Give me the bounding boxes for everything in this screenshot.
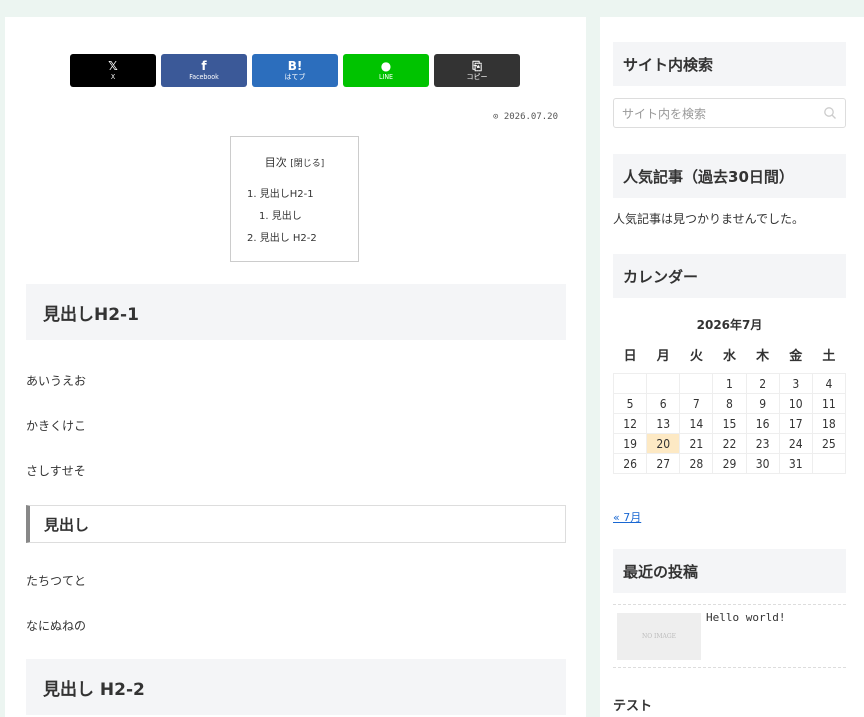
calendar-caption: 2026年7月 [696,318,763,332]
share-facebook-button[interactable]: f Facebook [161,54,247,87]
calendar-empty-cell [811,453,847,474]
calendar-day: 10 [778,393,813,414]
toc-title: 目次 [264,156,287,169]
calendar-day: 27 [646,453,681,474]
calendar-day: 21 [679,433,714,454]
widget-title-search: サイト内検索 [613,42,846,86]
toc-header: 目次 [閉じる] [231,154,358,170]
share-copy-label: コピー [466,72,488,81]
weekday-header: 月 [646,336,680,374]
calendar-table: 日 月 火 水 木 金 土 1 2 3 4 5 6 7 8 9 10 11 12 13 14 15 16 17 1… [612,336,847,474]
post-date-text: 2026.07.20 [503,112,558,122]
widget-title-popular: 人気記事（過去30日間） [613,154,846,198]
calendar-week-row: 26 27 28 29 30 31 [612,453,847,474]
calendar-week-row: 5 6 7 8 9 10 11 [612,393,847,414]
weekday-header: 日 [613,336,647,374]
paragraph: さしすせそ [26,464,86,478]
share-line-label: LINE [378,72,394,81]
share-x-label: X [110,72,116,81]
calendar-week-row: 1234 [612,373,847,394]
toc-item[interactable]: 1. 見出し [259,207,302,222]
search-placeholder: サイト内を検索 [622,106,707,121]
post-thumbnail[interactable]: NO IMAGE [617,613,701,660]
line-icon: ● [380,58,392,73]
calendar-empty-cell [612,373,648,394]
paragraph: なにぬねの [26,619,87,633]
calendar-day: 9 [745,393,780,414]
calendar-day: 25 [811,433,847,454]
toc-item[interactable]: 1. 見出しH2-1 [247,185,314,200]
calendar-day: 16 [745,413,780,434]
search-input[interactable]: サイト内を検索 [613,98,846,128]
facebook-icon: f [201,58,207,73]
calendar-day: 7 [679,393,714,414]
calendar-empty-cell [679,373,714,394]
calendar-day: 15 [712,413,747,434]
x-icon: 𝕏 [108,58,118,73]
calendar-day: 8 [712,393,747,414]
weekday-header: 金 [779,336,813,374]
calendar-day: 1 [712,373,747,394]
toc-item[interactable]: 2. 見出し H2-2 [247,229,317,244]
share-hatena-button[interactable]: B! はてブ [252,54,338,87]
calendar-day: 22 [712,433,747,454]
weekday-header: 火 [679,336,713,374]
calendar-day: 6 [646,393,681,414]
calendar-body: 1 2 3 4 5 6 7 8 9 10 11 12 13 14 15 16 17 18 19 20 21 22 23 24 2… [612,373,847,474]
paragraph: かきくけこ [26,419,87,433]
search-icon[interactable] [823,106,837,120]
calendar-week-row: 12 13 14 15 16 17 18 [612,413,847,434]
calendar-day: 11 [811,393,847,414]
calendar-day: 5 [612,393,648,414]
calendar-day: 3 [778,373,813,394]
paragraph: たちつてと [26,574,87,588]
calendar-day: 4 [811,373,847,394]
popular-empty-text: 人気記事は見つかりませんでした。 [613,212,805,226]
calendar-day: 13 [646,413,681,434]
calendar-day: 18 [811,413,847,434]
table-of-contents: 目次 [閉じる] 1. 見出しH2-1 1. 見出し 2. 見出し H2-2 [230,136,359,262]
calendar-day: 28 [679,453,714,474]
widget-title-next: テスト [613,699,653,714]
heading-h2-2: 見出し H2-2 [26,659,566,715]
calendar-day: 14 [679,413,714,434]
main-content: 𝕏 X f Facebook B! はてブ ● LINE ⎘ コピー ⊙ 202… [5,17,586,717]
calendar-day: 17 [778,413,813,434]
calendar-prev-link[interactable]: « 7月 [613,509,641,525]
sidebar: サイト内検索 サイト内を検索 人気記事（過去30日間） 人気記事は見つかりません… [600,17,864,717]
calendar-day: 12 [612,413,648,434]
calendar-day: 30 [745,453,780,474]
recent-post-card[interactable]: NO IMAGE Hello world! [613,604,846,668]
calendar-day: 29 [712,453,747,474]
share-x-button[interactable]: 𝕏 X [70,54,156,87]
widget-title-calendar: カレンダー [613,254,846,298]
calendar-day: 20 [646,433,681,454]
toc-toggle[interactable]: [閉じる] [290,159,324,169]
share-buttons: 𝕏 X f Facebook B! はてブ ● LINE ⎘ コピー [70,54,520,87]
weekday-header: 水 [712,336,747,374]
share-facebook-label: Facebook [189,72,219,81]
calendar-empty-cell [646,373,681,394]
calendar-day: 23 [745,433,780,454]
calendar-week-row: 19 20 21 22 23 24 25 [612,433,847,454]
recent-post-title[interactable]: Hello world! [706,611,785,624]
share-line-button[interactable]: ● LINE [343,54,429,87]
calendar-day: 31 [778,453,813,474]
paragraph: あいうえお [26,374,87,388]
calendar-day: 24 [778,433,813,454]
widget-title-recent: 最近の投稿 [613,549,846,593]
weekday-header: 土 [812,336,846,374]
copy-icon: ⎘ [472,58,482,73]
heading-h3: 見出し [26,505,566,543]
post-date: ⊙ 2026.07.20 [493,112,558,122]
clock-icon: ⊙ [492,112,504,122]
share-hatena-label: はてブ [284,72,306,81]
calendar-day: 19 [612,433,648,454]
weekday-header: 木 [746,336,780,374]
heading-h2-1: 見出しH2-1 [26,284,566,340]
hatena-icon: B! [287,58,303,73]
calendar-day: 26 [612,453,648,474]
share-copy-button[interactable]: ⎘ コピー [434,54,520,87]
calendar-day: 2 [745,373,780,394]
